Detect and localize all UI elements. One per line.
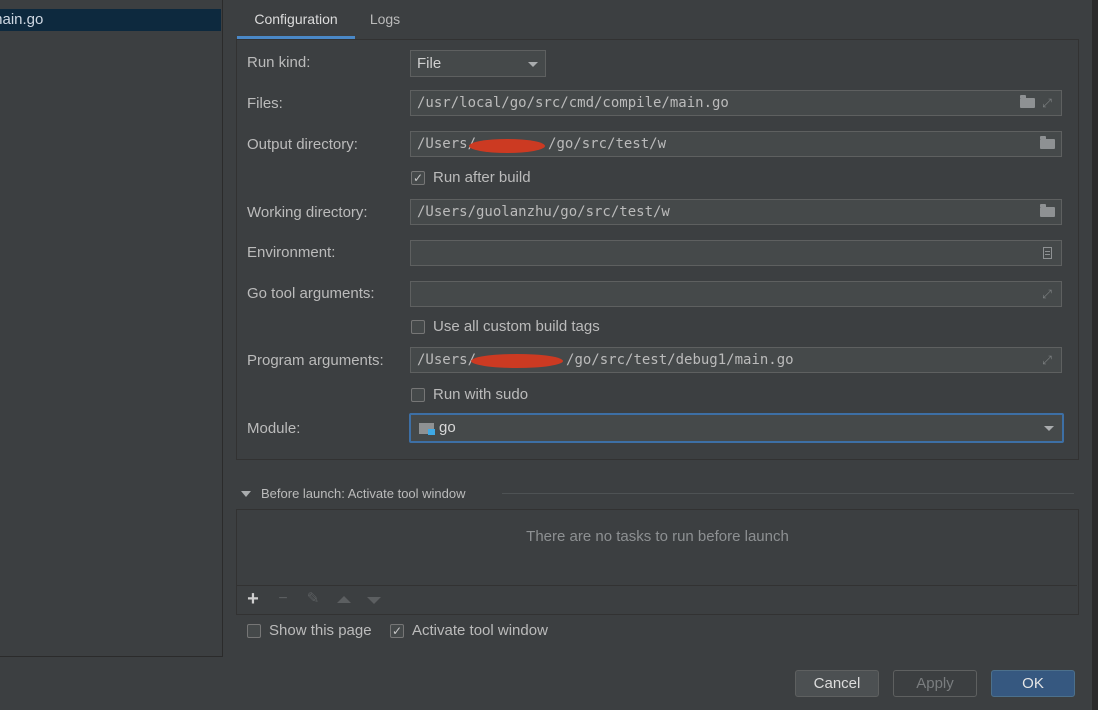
expand-icon[interactable]: ⤢ <box>1039 352 1055 368</box>
tree-item-label: main.go <box>0 11 44 28</box>
output-directory-field[interactable]: /Users/ /go/src/test/w <box>410 131 1062 157</box>
chevron-down-icon <box>1044 426 1054 431</box>
remove-icon[interactable]: − <box>273 589 293 609</box>
use-all-custom-build-tags-checkbox[interactable] <box>411 320 425 334</box>
before-launch-title[interactable]: Before launch: Activate tool window <box>261 485 466 503</box>
go-tool-arguments-field[interactable]: ⤢ <box>410 281 1062 307</box>
document-icon[interactable] <box>1039 245 1055 261</box>
activate-tool-window-checkbox[interactable]: ✓ <box>390 624 404 638</box>
ok-button[interactable]: OK <box>991 670 1075 697</box>
edit-icon[interactable]: ✎ <box>303 589 323 609</box>
show-this-page-checkbox[interactable] <box>247 624 261 638</box>
run-kind-value: File <box>417 55 442 72</box>
expand-icon[interactable]: ⤢ <box>1039 286 1055 302</box>
tree-item-main-go[interactable]: main.go <box>0 9 221 31</box>
run-with-sudo-label: Run with sudo <box>433 386 529 403</box>
working-directory-field[interactable]: /Users/guolanzhu/go/src/test/w <box>410 199 1062 225</box>
move-down-icon[interactable] <box>367 597 381 604</box>
files-field[interactable]: /usr/local/go/src/cmd/compile/main.go ⤢ <box>410 90 1062 116</box>
environment-label: Environment: <box>247 244 336 261</box>
environment-field[interactable] <box>410 240 1062 266</box>
tab-configuration[interactable]: Configuration <box>237 0 355 39</box>
tab-logs[interactable]: Logs <box>362 0 408 38</box>
redaction-mark <box>471 354 563 368</box>
program-arguments-prefix: /Users/ <box>417 352 477 368</box>
module-value: go <box>439 419 456 436</box>
apply-button[interactable]: Apply <box>893 670 977 697</box>
run-configurations-tree <box>0 0 223 657</box>
module-label: Module: <box>247 420 301 437</box>
cancel-button[interactable]: Cancel <box>795 670 879 697</box>
activate-tool-window-label: Activate tool window <box>412 622 548 639</box>
show-this-page-label: Show this page <box>269 622 372 639</box>
program-arguments-field[interactable]: /Users/ /go/src/test/debug1/main.go ⤢ <box>410 347 1062 373</box>
window-edge <box>1092 0 1098 710</box>
collapse-arrow-icon[interactable] <box>241 491 251 497</box>
run-with-sudo-checkbox[interactable] <box>411 388 425 402</box>
program-arguments-suffix: /go/src/test/debug1/main.go <box>566 352 794 368</box>
redaction-mark <box>469 139 545 153</box>
run-kind-dropdown[interactable]: File <box>410 50 546 77</box>
go-tool-arguments-label: Go tool arguments: <box>247 285 375 302</box>
chevron-down-icon <box>528 62 538 67</box>
run-after-build-checkbox[interactable]: ✓ <box>411 171 425 185</box>
output-directory-prefix: /Users/ <box>417 136 477 152</box>
run-after-build-label: Run after build <box>433 169 531 186</box>
before-launch-toolbar <box>237 585 1077 614</box>
folder-icon[interactable] <box>1019 95 1035 111</box>
move-up-icon[interactable] <box>337 596 351 603</box>
output-directory-suffix: /go/src/test/w <box>548 136 667 152</box>
separator-line <box>502 493 1074 494</box>
files-label: Files: <box>247 95 283 112</box>
expand-icon[interactable]: ⤢ <box>1039 95 1055 111</box>
run-kind-label: Run kind: <box>247 54 311 71</box>
working-directory-label: Working directory: <box>247 204 368 221</box>
working-directory-value: /Users/guolanzhu/go/src/test/w <box>417 204 670 220</box>
add-icon[interactable]: + <box>243 589 263 609</box>
folder-icon[interactable] <box>1039 204 1055 220</box>
program-arguments-label: Program arguments: <box>247 352 384 369</box>
files-value: /usr/local/go/src/cmd/compile/main.go <box>417 95 729 111</box>
use-all-custom-build-tags-label: Use all custom build tags <box>433 318 600 335</box>
before-launch-empty-message: There are no tasks to run before launch <box>526 528 789 545</box>
folder-icon[interactable] <box>1039 136 1055 152</box>
output-directory-label: Output directory: <box>247 136 358 153</box>
module-folder-icon <box>419 423 435 435</box>
module-dropdown[interactable]: go <box>409 413 1064 443</box>
